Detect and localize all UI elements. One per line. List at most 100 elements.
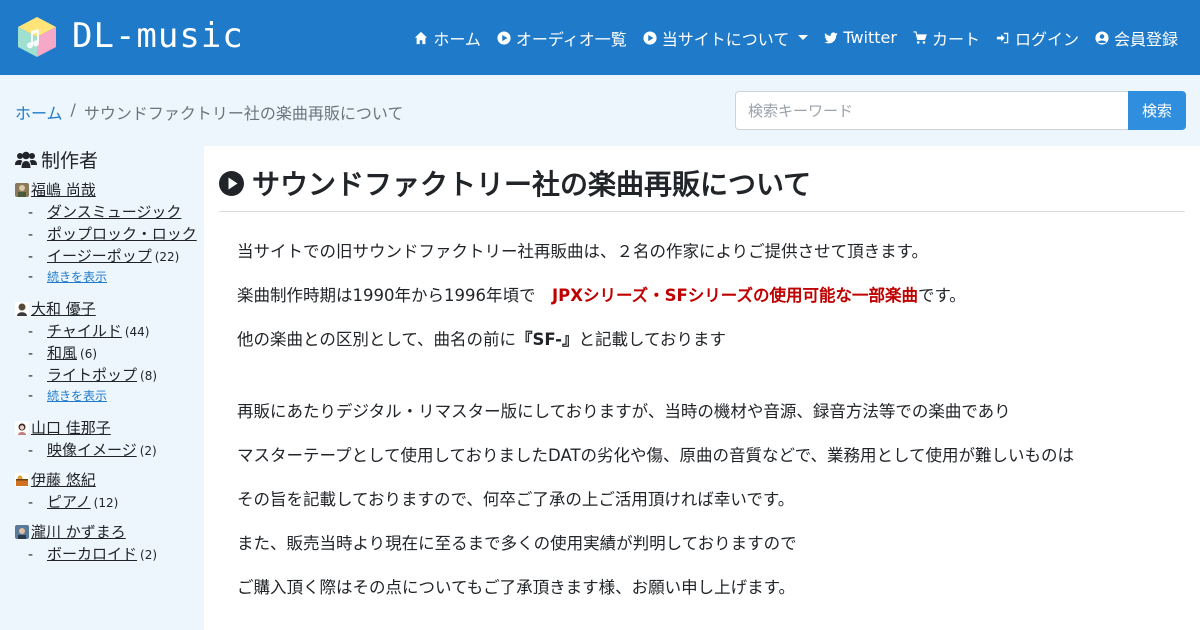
- home-icon: [415, 31, 428, 44]
- category-link[interactable]: ライトポップ: [47, 364, 137, 385]
- brand-logo[interactable]: DL-music: [14, 14, 243, 60]
- category-count: (44): [124, 325, 150, 339]
- category-item: - 続きを表示: [28, 387, 108, 404]
- category-count: (2): [140, 548, 158, 562]
- cart-icon: [912, 30, 927, 44]
- category-link[interactable]: ダンスミュージック: [47, 201, 181, 222]
- avatar: [15, 301, 29, 316]
- highlight-text: JPXシリーズ・SFシリーズの使用可能な一部楽曲: [551, 286, 918, 305]
- avatar: [15, 420, 29, 435]
- show-more-link[interactable]: 続きを表示: [47, 268, 107, 285]
- caret-down-icon: [798, 35, 809, 40]
- creator-name-link[interactable]: 瀧川 かずまろ: [31, 521, 126, 542]
- category-count: (2): [139, 444, 157, 458]
- show-more-link[interactable]: 続きを表示: [47, 387, 107, 404]
- category-link[interactable]: 映像イメージ: [47, 439, 137, 460]
- period-text: 楽曲制作時期は1990年から1996年頃で: [237, 286, 552, 305]
- category-item: - 和風 (6): [28, 342, 98, 363]
- category-count: (6): [80, 347, 98, 361]
- avatar: [15, 524, 29, 539]
- category-item: - ポップロック・ロック: [28, 223, 197, 244]
- users-icon: [15, 151, 37, 168]
- creator-yamato: 大和 優子: [15, 298, 96, 319]
- creator-yamaguchi: 山口 佳那子: [15, 417, 111, 438]
- creator-name-link[interactable]: 山口 佳那子: [31, 417, 111, 438]
- twitter-icon: [824, 31, 838, 43]
- nav-about-label: 当サイトについて: [661, 29, 790, 49]
- main-content: サウンドファクトリー社の楽曲再販について 当サイトでの旧サウンドファクトリー社再…: [204, 146, 1200, 630]
- sf-prefix-bold: 『SF-』: [516, 330, 579, 349]
- page-title: サウンドファクトリー社の楽曲再販について: [219, 163, 811, 203]
- prefix-note-suffix: と記載しております: [578, 330, 727, 349]
- paragraph-period: 楽曲制作時期は1990年から1996年頃で JPXシリーズ・SFシリーズの使用可…: [237, 282, 966, 306]
- category-link[interactable]: 和風: [47, 342, 77, 363]
- paragraph-remaster: 再販にあたりデジタル・リマスター版にしておりますが、当時の機材や音源、録音方法等…: [237, 402, 1011, 421]
- creator-name-link[interactable]: 伊藤 悠紀: [31, 469, 96, 490]
- page-title-text: サウンドファクトリー社の楽曲再販について: [252, 168, 812, 201]
- breadcrumb: ホーム / サウンドファクトリー社の楽曲再販について: [15, 100, 403, 124]
- creator-fukushima: 福嶋 尚哉: [15, 179, 96, 200]
- category-count: (8): [140, 369, 158, 383]
- nav-home-label: ホーム: [433, 29, 481, 49]
- play-circle-icon: [643, 30, 657, 45]
- creator-name-link[interactable]: 福嶋 尚哉: [31, 179, 96, 200]
- brand-name: DL-music: [72, 16, 244, 56]
- main-nav: ホーム オーディオ一覧 当サイトについて Twitter カート ログイン 会員…: [414, 0, 1178, 75]
- creator-name-link[interactable]: 大和 優子: [31, 298, 96, 319]
- play-circle-icon: [219, 170, 244, 196]
- paragraph-prefix-note: 他の楽曲との区別として、曲名の前に『SF-』と記載しております: [237, 326, 726, 350]
- category-link[interactable]: ポップロック・ロック: [47, 223, 197, 244]
- search-button[interactable]: 検索: [1128, 91, 1186, 130]
- nav-register-label: 会員登録: [1113, 29, 1178, 49]
- nav-cart-label: カート: [931, 29, 980, 49]
- search-form: 検索: [735, 91, 1186, 130]
- cube-logo-icon: [18, 17, 56, 57]
- category-item: - ボーカロイド (2): [28, 543, 158, 564]
- nav-twitter[interactable]: Twitter: [824, 28, 897, 47]
- category-item: - ピアノ (12): [28, 491, 119, 512]
- nav-register[interactable]: 会員登録: [1095, 26, 1178, 50]
- category-link[interactable]: ピアノ: [47, 491, 91, 512]
- creator-takigawa: 瀧川 かずまろ: [15, 521, 126, 542]
- paragraph-usage: また、販売当時より現在に至るまで多くの使用実績が判明しておりますので: [237, 534, 797, 553]
- category-count: (12): [93, 496, 119, 510]
- breadcrumb-separator: /: [70, 100, 76, 119]
- sidebar-heading-label: 制作者: [41, 150, 99, 172]
- paragraph-dat: マスターテープとして使用しておりましたDATの劣化や傷、原曲の音質などで、業務用…: [237, 446, 1075, 465]
- category-item: - 映像イメージ (2): [28, 439, 157, 460]
- category-link[interactable]: イージーポップ: [47, 245, 152, 266]
- nav-home[interactable]: ホーム: [414, 26, 481, 50]
- sign-in-icon: [996, 32, 1009, 43]
- sidebar-heading: 制作者: [15, 146, 98, 173]
- nav-login-label: ログイン: [1014, 29, 1079, 49]
- prefix-note-text: 他の楽曲との区別として、曲名の前に: [237, 330, 517, 349]
- category-item: - ダンスミュージック: [28, 201, 182, 222]
- category-item: - ライトポップ (8): [28, 364, 158, 385]
- nav-about-dropdown[interactable]: 当サイトについて: [643, 26, 809, 50]
- nav-audio-list-label: オーディオ一覧: [515, 29, 627, 49]
- user-circle-icon: [1095, 30, 1109, 45]
- paragraph-notice: その旨を記載しておりますので、何卒ご了承の上ご活用頂ければ幸いです。: [237, 490, 795, 509]
- breadcrumb-home-link[interactable]: ホーム: [15, 100, 63, 124]
- category-link[interactable]: チャイルド: [47, 320, 122, 341]
- category-item: - 続きを表示: [28, 268, 108, 285]
- avatar: [15, 472, 29, 487]
- category-item: - チャイルド (44): [28, 320, 150, 341]
- creator-sidebar: 制作者 福嶋 尚哉 - ダンスミュージック - ポップロック・ロック - イージーポッ…: [0, 146, 204, 630]
- search-input[interactable]: [735, 91, 1128, 130]
- category-item: - イージーポップ (22): [28, 245, 180, 266]
- navbar: DL-music ホーム オーディオ一覧 当サイトについて Twitter カー…: [0, 0, 1200, 75]
- creator-ito: 伊藤 悠紀: [15, 469, 96, 490]
- paragraph-request: ご購入頂く際はその点についてもご了承頂きます様、お願い申し上げます。: [237, 578, 796, 597]
- nav-twitter-label: Twitter: [843, 28, 897, 47]
- category-link[interactable]: ボーカロイド: [47, 543, 137, 564]
- nav-login[interactable]: ログイン: [996, 26, 1079, 50]
- avatar: [15, 182, 29, 197]
- category-count: (22): [154, 250, 180, 264]
- play-circle-icon: [497, 30, 511, 45]
- nav-cart[interactable]: カート: [912, 26, 980, 50]
- breadcrumb-current: サウンドファクトリー社の楽曲再販について: [83, 104, 404, 123]
- title-divider: [219, 211, 1185, 212]
- nav-audio-list[interactable]: オーディオ一覧: [497, 26, 627, 50]
- period-suffix: です。: [917, 286, 966, 305]
